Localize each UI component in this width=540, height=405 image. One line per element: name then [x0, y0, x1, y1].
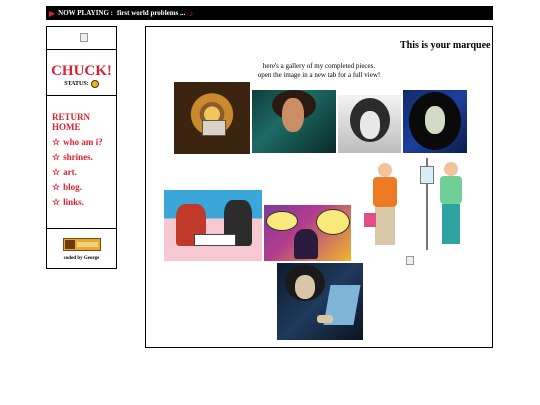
- nav-label: RETURN HOME: [52, 112, 91, 132]
- art-detail: [364, 213, 376, 227]
- art-detail: [375, 207, 395, 245]
- art-detail: [202, 120, 226, 136]
- art-detail: [444, 162, 458, 176]
- art-detail: [194, 234, 236, 246]
- nav-label: links.: [63, 197, 84, 207]
- intro-line-1: here's a gallery of my completed pieces.: [262, 62, 376, 70]
- smiley-icon: [90, 80, 99, 88]
- now-playing-track: first world problems ...: [117, 9, 186, 17]
- gallery-image-singer[interactable]: [252, 90, 336, 153]
- intro-line-2: open the image in a new tab for a full v…: [257, 71, 381, 79]
- nav-blog[interactable]: ☆ blog.: [52, 182, 110, 192]
- art-detail: [442, 204, 460, 244]
- status-line: STATUS:: [47, 80, 116, 88]
- broken-image-icon[interactable]: [406, 256, 414, 265]
- art-detail: [266, 211, 298, 231]
- nav-return-home[interactable]: RETURN HOME: [52, 112, 110, 132]
- star-icon: ☆: [52, 182, 61, 192]
- art-detail: [317, 315, 333, 323]
- nav-links[interactable]: ☆ links.: [52, 197, 110, 207]
- gallery-intro: here's a gallery of my completed pieces.…: [146, 62, 492, 80]
- site-button-badge[interactable]: [63, 238, 101, 251]
- sidebar-footer: coded by George: [47, 228, 116, 270]
- art-detail: [440, 176, 462, 204]
- gallery-image-computer[interactable]: [277, 263, 363, 340]
- gallery-image-grayscale-portrait[interactable]: [338, 95, 401, 153]
- nav-label: who am i?: [63, 137, 103, 147]
- gallery-image-shopper[interactable]: [362, 157, 412, 261]
- art-detail: [360, 111, 380, 139]
- marquee-text: This is your marquee: [400, 40, 491, 51]
- badge-text-strip: [77, 242, 98, 247]
- nav-who-am-i[interactable]: ☆ who am i?: [52, 137, 110, 147]
- art-detail: [316, 209, 350, 235]
- credit-text: coded by George: [63, 256, 100, 261]
- art-detail: [295, 275, 315, 299]
- nav-shrines[interactable]: ☆ shrines.: [52, 152, 110, 162]
- sidebar-header-image: [47, 27, 116, 50]
- star-icon: ☆: [52, 137, 61, 147]
- broken-image-icon: [80, 33, 88, 42]
- art-detail: [378, 163, 392, 177]
- star-icon: ☆: [52, 152, 61, 162]
- badge-image: [65, 240, 75, 249]
- main-panel: This is your marquee here's a gallery of…: [145, 26, 493, 348]
- nav-label: art.: [63, 167, 77, 177]
- site-name: CHUCK!: [51, 63, 112, 79]
- art-detail: [420, 166, 434, 184]
- nav-label: blog.: [63, 182, 82, 192]
- sidebar-title-block: CHUCK! STATUS:: [47, 49, 116, 96]
- sidebar-nav: RETURN HOME ☆ who am i? ☆ shrines. ☆ art. ☆…: [47, 95, 116, 229]
- gallery-image-cafe-scene[interactable]: [164, 190, 262, 261]
- nav-list: RETURN HOME ☆ who am i? ☆ shrines. ☆ art. ☆…: [52, 112, 110, 212]
- play-icon[interactable]: ▶: [49, 8, 55, 18]
- now-playing-bar: ▶ NOW PLAYING : first world problems ...…: [46, 6, 493, 20]
- gallery-image-blue-portrait[interactable]: [403, 90, 467, 153]
- star-icon: ☆: [52, 167, 61, 177]
- gallery-image-comic[interactable]: [264, 205, 351, 261]
- sidebar: CHUCK! STATUS: RETURN HOME ☆ who am i? ☆ s…: [46, 26, 117, 269]
- gallery-image-iv-stand[interactable]: [414, 154, 476, 261]
- nav-art[interactable]: ☆ art.: [52, 167, 110, 177]
- art-detail: [425, 106, 445, 134]
- gallery-image-accordion[interactable]: [174, 82, 250, 154]
- art-detail: [294, 229, 318, 259]
- status-label: STATUS:: [64, 81, 89, 87]
- music-note-icon: ♪: [189, 8, 194, 18]
- art-detail: [282, 98, 304, 132]
- nav-label: shrines.: [63, 152, 93, 162]
- star-icon: ☆: [52, 197, 61, 207]
- art-detail: [373, 177, 397, 207]
- now-playing-label: NOW PLAYING :: [58, 9, 113, 17]
